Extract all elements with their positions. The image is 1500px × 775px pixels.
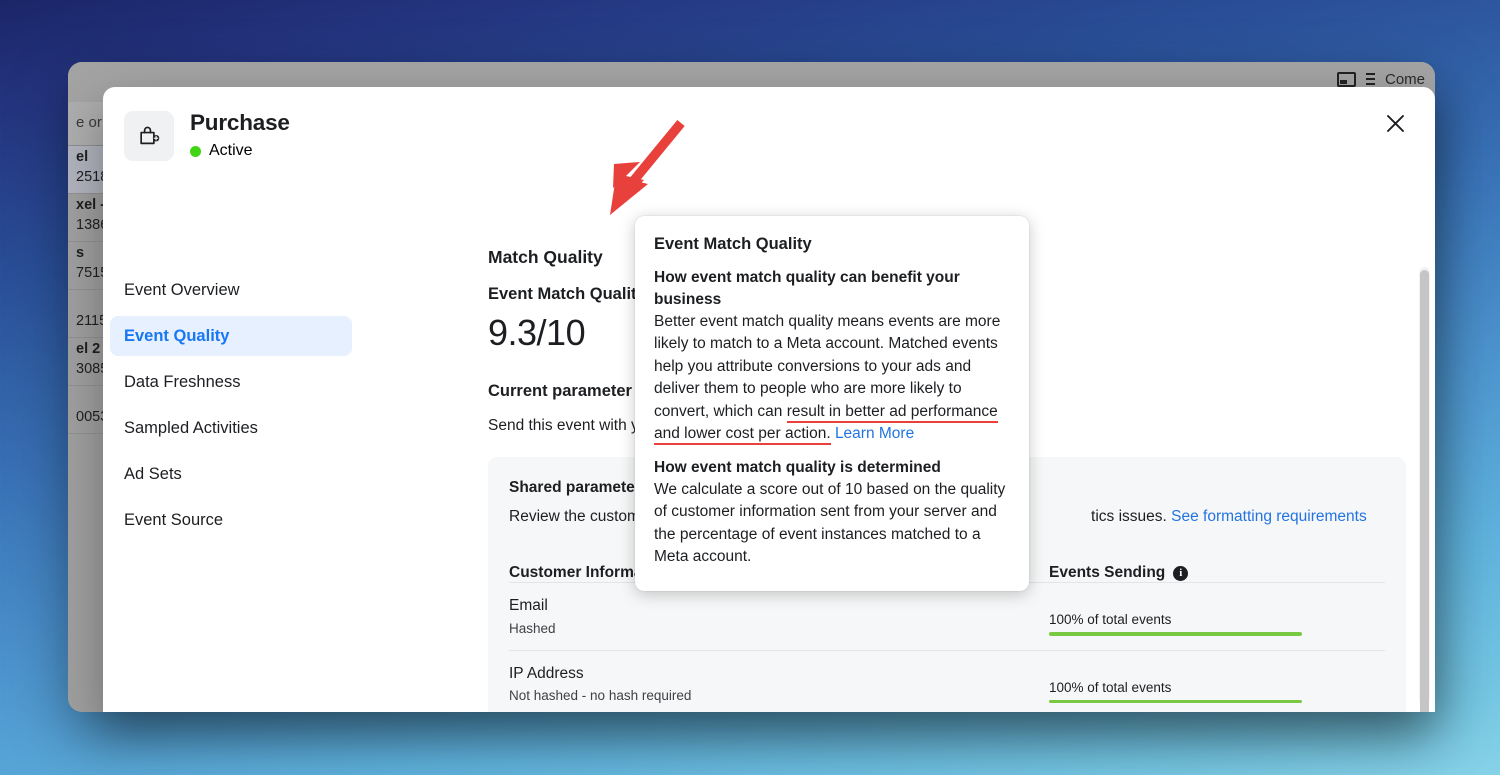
sidebar-item-label: Data Freshness <box>124 372 241 391</box>
shared-parameters-desc-tail: tics issues. <box>1091 508 1167 526</box>
metric-label: 100% of total events <box>1049 679 1172 695</box>
metric-progress-bar <box>1049 632 1302 636</box>
page-title: Purchase <box>190 110 290 135</box>
sidebar-item-ad-sets[interactable]: Ad Sets <box>110 454 352 494</box>
sidebar-item-label: Event Overview <box>124 280 240 299</box>
metric-label: 100% of total events <box>1049 612 1172 628</box>
table-row: IP Address Not hashed - no hash required… <box>509 649 1385 712</box>
background-toolbar-label: Come <box>1384 71 1425 88</box>
parameter-hash-status: Not hashed - no hash required <box>509 688 692 704</box>
background-row-title: el 2 <box>76 341 101 357</box>
tooltip-heading-determined: How event match quality is determined <box>654 458 941 476</box>
modal-scrollbar[interactable] <box>1419 267 1430 712</box>
card-list-icon <box>1336 72 1356 87</box>
background-toolbar-right[interactable]: Come <box>1336 71 1425 88</box>
tooltip-heading-benefit: How event match quality can benefit your… <box>654 269 960 308</box>
status-label: Active <box>209 142 253 159</box>
table-row: Email Hashed 100% of total events <box>509 582 1385 649</box>
sidebar-item-label: Event Quality <box>124 326 230 345</box>
parameter-metric-cell: 100% of total events <box>1049 664 1385 706</box>
sidebar-item-data-freshness[interactable]: Data Freshness <box>110 362 352 402</box>
tooltip-underlined-phrase-b: and lower cost per action. <box>654 425 831 446</box>
parameter-hash-status: Hashed <box>509 621 556 637</box>
tooltip-underlined-phrase-a: result in better ad performance <box>786 402 998 423</box>
column-header-label: Events Sending <box>1049 564 1166 582</box>
modal-scrollbar-thumb[interactable] <box>1420 270 1429 712</box>
status-dot-icon <box>190 145 201 157</box>
close-icon[interactable] <box>1377 105 1413 141</box>
parameter-info-cell: IP Address Not hashed - no hash required <box>509 664 1049 706</box>
desktop-background: Come e or ID – A el 2518 xel - M 1386 0/… <box>0 0 1500 775</box>
event-match-quality-tooltip: Event Match Quality How event match qual… <box>635 216 1029 591</box>
background-row-title: s <box>76 245 85 261</box>
sidebar-item-sampled-activities[interactable]: Sampled Activities <box>110 408 352 448</box>
see-formatting-requirements-link[interactable]: See formatting requirements <box>1171 508 1367 525</box>
parameter-name: IP Address <box>509 664 584 682</box>
background-row-title: el <box>76 149 89 165</box>
modal-header-text: Purchase Active <box>190 107 290 160</box>
tooltip-title: Event Match Quality <box>654 235 812 253</box>
shopping-bag-icon <box>124 111 174 161</box>
modal-header: Purchase Active <box>103 87 1435 179</box>
parameter-info-cell: Email Hashed <box>509 596 1049 638</box>
sidebar-item-label: Sampled Activities <box>124 418 258 437</box>
parameter-metric-cell: 100% of total events <box>1049 596 1385 638</box>
sidebar-item-event-quality[interactable]: Event Quality <box>110 316 352 356</box>
sidebar-item-event-source[interactable]: Event Source <box>110 500 352 540</box>
tooltip-body-determined: We calculate a score out of 10 based on … <box>654 480 1006 566</box>
column-header-events-sending: Events Sending i <box>1049 564 1385 582</box>
tooltip-body-benefit: Better event match quality means events … <box>654 311 1007 446</box>
sidebar-item-label: Ad Sets <box>124 464 182 483</box>
parameter-name: Email <box>509 597 548 615</box>
info-icon[interactable]: i <box>1173 565 1189 581</box>
sidebar-item-label: Event Source <box>124 510 224 529</box>
learn-more-link[interactable]: Learn More <box>835 425 914 442</box>
status-badge: Active <box>190 142 290 160</box>
list-lines-icon <box>1365 72 1375 87</box>
metric-progress-bar <box>1049 699 1302 704</box>
sidebar-item-event-overview[interactable]: Event Overview <box>110 270 352 310</box>
modal-sidebar-nav: Event Overview Event Quality Data Freshn… <box>110 270 352 546</box>
